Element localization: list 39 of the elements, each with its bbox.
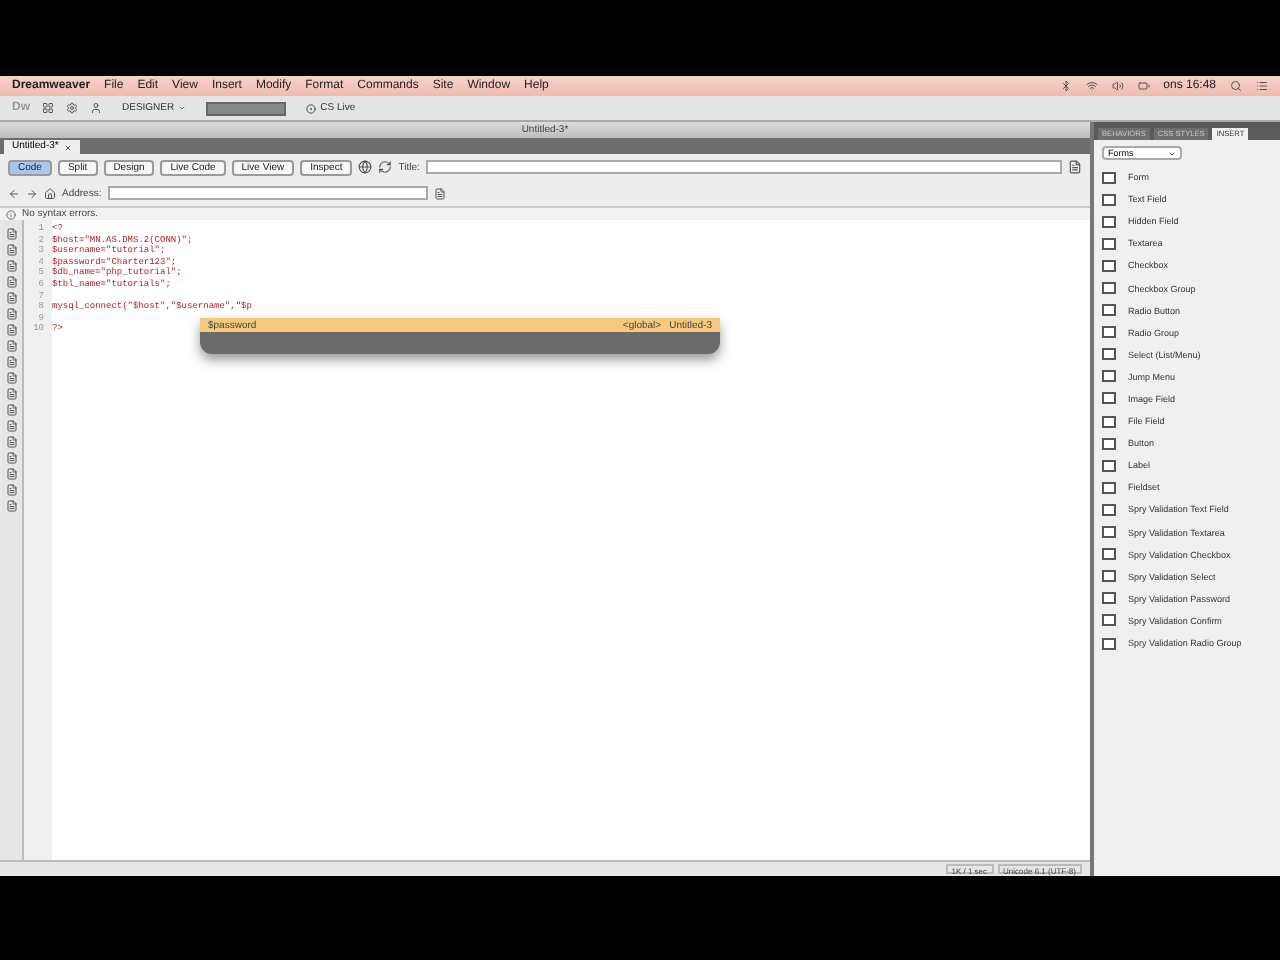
bluetooth-icon[interactable] xyxy=(1059,80,1072,92)
settings-icon[interactable] xyxy=(66,102,78,114)
tool-icon[interactable] xyxy=(5,452,17,464)
tool-icon[interactable] xyxy=(5,356,17,368)
tool-icon[interactable] xyxy=(5,260,17,272)
tool-icon[interactable] xyxy=(5,388,17,400)
tool-icon[interactable] xyxy=(5,292,17,304)
tool-icon[interactable] xyxy=(5,484,17,496)
globe-icon[interactable] xyxy=(358,160,373,174)
info-icon xyxy=(6,209,16,219)
refresh-icon[interactable] xyxy=(378,160,393,174)
tool-icon[interactable] xyxy=(5,420,17,432)
tool-icon[interactable] xyxy=(5,324,17,336)
file-icon[interactable] xyxy=(1068,160,1082,174)
tool-icon[interactable] xyxy=(5,340,17,352)
tool-icon[interactable] xyxy=(5,372,17,384)
title-field[interactable] xyxy=(425,160,1062,174)
back-icon[interactable] xyxy=(8,187,20,199)
battery-icon[interactable] xyxy=(1137,80,1150,92)
layout-icon[interactable] xyxy=(42,102,54,114)
forward-icon[interactable] xyxy=(26,187,38,199)
tool-icon[interactable] xyxy=(5,228,17,240)
search-field[interactable] xyxy=(206,101,287,115)
list-icon[interactable] xyxy=(1256,80,1268,92)
tool-icon[interactable] xyxy=(5,276,17,288)
target-icon xyxy=(306,103,317,113)
wifi-icon[interactable] xyxy=(1085,80,1098,92)
user-icon[interactable] xyxy=(90,102,102,114)
tool-icon[interactable] xyxy=(5,468,17,480)
tool-icon[interactable] xyxy=(5,244,17,256)
tool-icon[interactable] xyxy=(5,404,17,416)
address-field[interactable] xyxy=(107,186,428,200)
file-icon[interactable] xyxy=(433,187,446,199)
speaker-icon[interactable] xyxy=(1111,80,1124,92)
tool-icon[interactable] xyxy=(5,308,17,320)
tool-icon[interactable] xyxy=(5,500,17,512)
search-icon[interactable] xyxy=(1230,80,1242,92)
tool-icon[interactable] xyxy=(5,436,17,448)
home-icon[interactable] xyxy=(44,187,56,199)
